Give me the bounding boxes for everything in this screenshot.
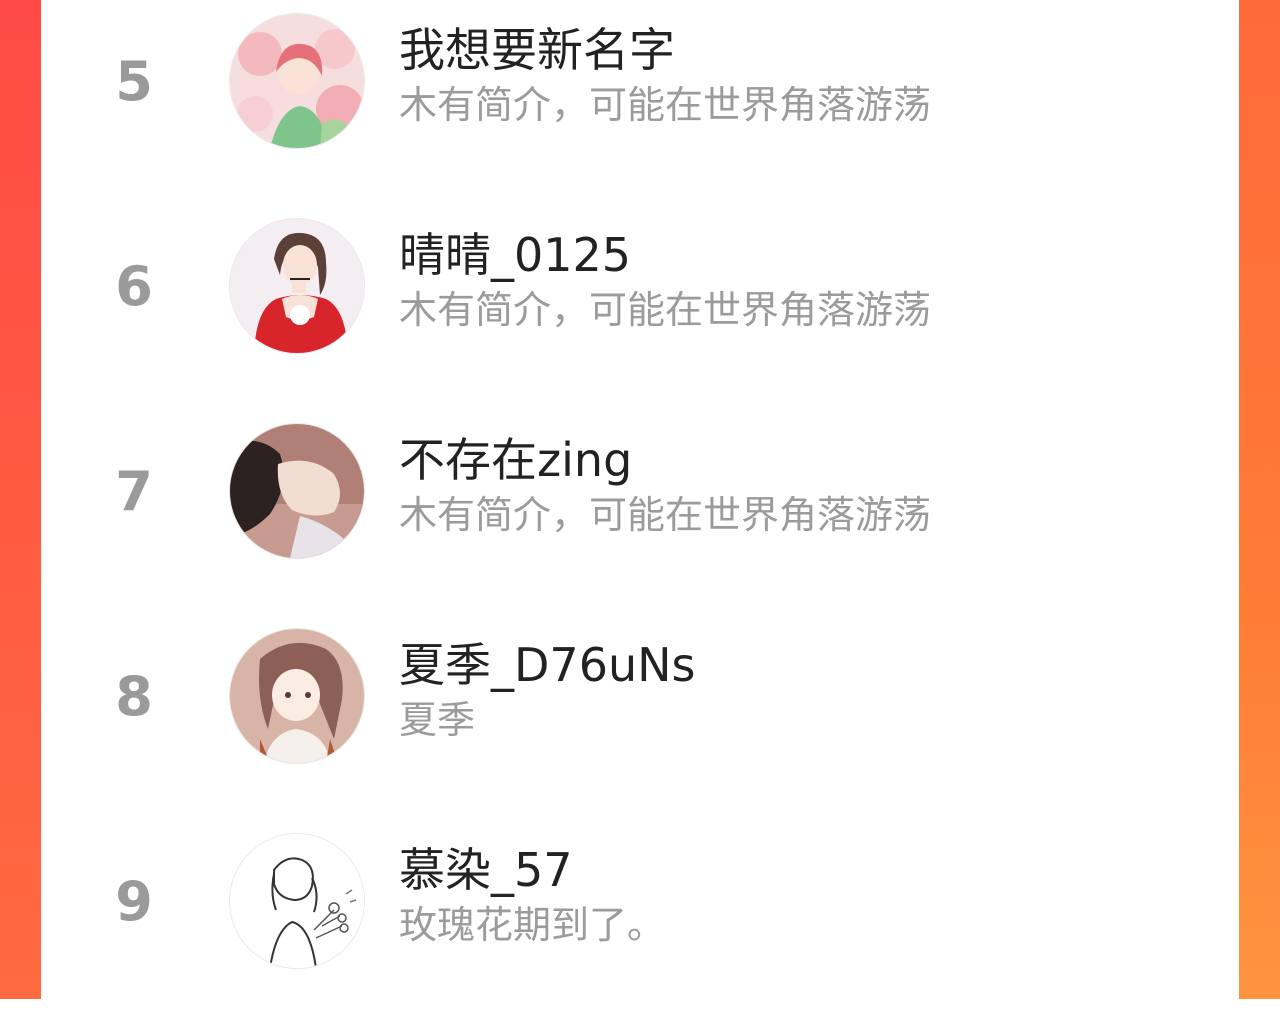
user-avatar[interactable]	[230, 629, 364, 763]
user-bio: 木有简介，可能在世界角落游荡	[399, 493, 932, 537]
user-name[interactable]: 夏季_D76uNs	[399, 637, 695, 693]
rank-number: 6	[115, 255, 153, 318]
user-bio: 玫瑰花期到了。	[399, 903, 666, 947]
ranking-list-item[interactable]: 6 晴晴_0125 木有简介，可能在世界角落游荡	[41, 205, 1239, 410]
rank-number: 8	[115, 665, 153, 728]
user-name[interactable]: 不存在zing	[399, 432, 632, 488]
user-avatar[interactable]	[230, 14, 364, 148]
user-avatar[interactable]	[230, 834, 364, 968]
ranking-list-item[interactable]: 5 我想要新名字 木有简介，可能在世界角落游荡	[41, 0, 1239, 205]
user-avatar[interactable]	[230, 424, 364, 558]
user-bio: 木有简介，可能在世界角落游荡	[399, 288, 932, 332]
ranking-list-item[interactable]: 9 慕染_57 玫瑰花期到了。	[41, 820, 1239, 1025]
rank-number: 9	[115, 870, 153, 933]
ranking-list: 5 我想要新名字 木有简介，可能在世界角落游荡 6 晴晴_0125 木有简介，可…	[41, 0, 1239, 999]
user-avatar[interactable]	[230, 219, 364, 353]
user-bio: 夏季	[399, 698, 476, 742]
user-name[interactable]: 晴晴_0125	[399, 227, 631, 283]
right-accent-border	[1239, 0, 1280, 999]
user-name[interactable]: 慕染_57	[399, 842, 573, 898]
rank-number: 7	[115, 460, 153, 523]
user-name[interactable]: 我想要新名字	[399, 22, 675, 78]
ranking-list-item[interactable]: 7 不存在zing 木有简介，可能在世界角落游荡	[41, 410, 1239, 615]
user-bio: 木有简介，可能在世界角落游荡	[399, 83, 932, 127]
rank-number: 5	[115, 50, 153, 113]
left-accent-border	[0, 0, 41, 999]
ranking-list-item[interactable]: 8 夏季_D76uNs 夏季	[41, 615, 1239, 820]
